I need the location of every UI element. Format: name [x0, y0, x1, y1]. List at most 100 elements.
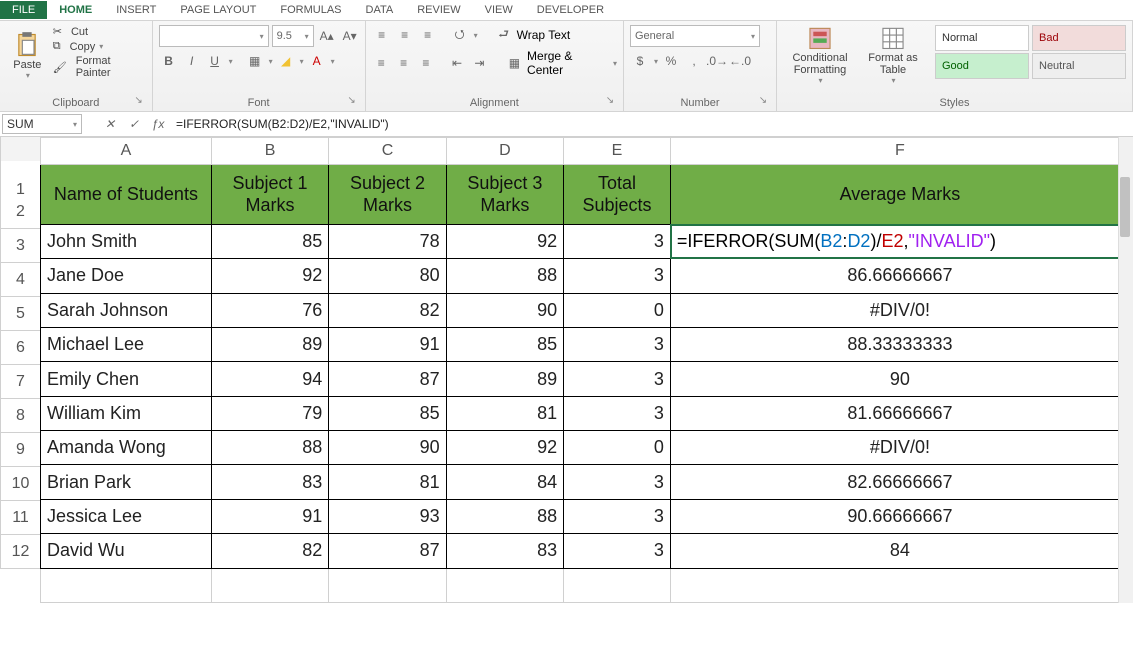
currency-button[interactable]: $ [630, 51, 650, 71]
tab-file[interactable]: FILE [0, 1, 47, 19]
cell[interactable]: 92 [211, 259, 328, 293]
tab-page-layout[interactable]: PAGE LAYOUT [168, 1, 268, 19]
cell[interactable]: 89 [211, 328, 328, 362]
tab-insert[interactable]: INSERT [104, 1, 168, 19]
grid[interactable]: A B C D E F Name of Students Subject 1 M… [40, 137, 1130, 603]
cell[interactable]: 85 [329, 396, 446, 430]
name-box[interactable]: SUM▾ [2, 114, 82, 134]
font-size-combo[interactable]: 9.5▾ [272, 25, 314, 47]
cell[interactable]: 91 [329, 328, 446, 362]
table-row[interactable]: Amanda Wong8890920#DIV/0! [41, 431, 1130, 465]
row-header[interactable]: 5 [0, 297, 40, 331]
format-painter-button[interactable]: 🖌 Format Painter [53, 55, 146, 79]
conditional-formatting-button[interactable]: Conditional Formatting▾ [783, 25, 857, 85]
col-header[interactable]: C [329, 138, 446, 165]
align-center-icon[interactable]: ≡ [394, 53, 413, 73]
cell[interactable]: 88 [446, 259, 563, 293]
cell-style-bad[interactable]: Bad [1032, 25, 1126, 51]
cell-style-neutral[interactable]: Neutral [1032, 53, 1126, 79]
cell[interactable]: 0 [564, 293, 671, 327]
cell[interactable]: 81.66666667 [670, 396, 1129, 430]
cell[interactable]: 88.33333333 [670, 328, 1129, 362]
tab-home[interactable]: HOME [47, 1, 104, 19]
table-row[interactable]: Brian Park838184382.66666667 [41, 465, 1130, 499]
cell[interactable]: 91 [211, 499, 328, 533]
decrease-decimal-icon[interactable]: ←.0 [730, 51, 750, 71]
cell[interactable]: 3 [564, 499, 671, 533]
font-color-button[interactable]: A [307, 51, 327, 71]
cell[interactable]: William Kim [41, 396, 212, 430]
tab-formulas[interactable]: FORMULAS [268, 1, 353, 19]
enter-formula-icon[interactable]: ✓ [122, 117, 146, 131]
cell[interactable] [41, 568, 212, 602]
row-header[interactable]: 12 [0, 535, 40, 569]
cell[interactable]: 82 [211, 534, 328, 568]
cell[interactable]: Sarah Johnson [41, 293, 212, 327]
cell[interactable]: 83 [446, 534, 563, 568]
cell[interactable]: 90 [446, 293, 563, 327]
cell[interactable] [329, 568, 446, 602]
cell[interactable]: Subject 1 Marks [211, 165, 328, 225]
vertical-scrollbar[interactable] [1118, 137, 1133, 603]
cell[interactable]: 86.66666667 [670, 259, 1129, 293]
cell[interactable] [670, 568, 1129, 602]
cell[interactable]: 84 [446, 465, 563, 499]
increase-indent-icon[interactable]: ⇥ [470, 53, 489, 73]
cell[interactable]: 94 [211, 362, 328, 396]
row-header[interactable]: 9 [0, 433, 40, 467]
comma-button[interactable]: , [684, 51, 704, 71]
cell[interactable]: 89 [446, 362, 563, 396]
percent-button[interactable]: % [661, 51, 681, 71]
cell[interactable]: 90.66666667 [670, 499, 1129, 533]
cell[interactable]: 0 [564, 431, 671, 465]
table-row[interactable]: Emily Chen948789390 [41, 362, 1130, 396]
cell[interactable]: 92 [446, 431, 563, 465]
table-row[interactable]: John Smith 85 78 92 3 =IFERROR(SUM(B2:D2… [41, 224, 1130, 258]
table-row[interactable]: William Kim798581381.66666667 [41, 396, 1130, 430]
cell[interactable]: 88 [211, 431, 328, 465]
row-header[interactable]: 10 [0, 467, 40, 501]
cell[interactable]: Subject 2 Marks [329, 165, 446, 225]
tab-review[interactable]: REVIEW [405, 1, 472, 19]
cell[interactable]: David Wu [41, 534, 212, 568]
cell[interactable]: 87 [329, 534, 446, 568]
align-left-icon[interactable]: ≡ [372, 53, 391, 73]
scrollbar-thumb[interactable] [1120, 177, 1130, 237]
cell[interactable]: 81 [329, 465, 446, 499]
cell[interactable]: 3 [564, 224, 671, 258]
cell[interactable]: 92 [446, 224, 563, 258]
wrap-text-button[interactable]: Wrap Text [517, 28, 571, 42]
select-all-corner[interactable] [0, 137, 40, 162]
cell[interactable]: 76 [211, 293, 328, 327]
table-row[interactable] [41, 568, 1130, 602]
row-header[interactable]: 6 [0, 331, 40, 365]
cell[interactable]: 82.66666667 [670, 465, 1129, 499]
table-row[interactable]: Sarah Johnson7682900#DIV/0! [41, 293, 1130, 327]
cell[interactable]: 84 [670, 534, 1129, 568]
cell[interactable]: 85 [446, 328, 563, 362]
worksheet[interactable]: 1 2 3 4 5 6 7 8 9 10 11 12 A B C D E F N… [0, 137, 1133, 603]
cell[interactable]: 3 [564, 362, 671, 396]
col-header[interactable]: A [41, 138, 212, 165]
cell[interactable]: Emily Chen [41, 362, 212, 396]
row-header[interactable]: 2 [0, 195, 40, 229]
cell[interactable]: Jane Doe [41, 259, 212, 293]
active-cell[interactable]: =IFERROR(SUM(B2:D2)/E2,"INVALID") [670, 224, 1129, 258]
cell[interactable]: #DIV/0! [670, 431, 1129, 465]
orientation-icon[interactable]: ⭯ [450, 25, 470, 45]
cell[interactable]: 3 [564, 465, 671, 499]
cell[interactable]: 85 [211, 224, 328, 258]
col-header[interactable]: E [564, 138, 671, 165]
font-name-combo[interactable]: ▾ [159, 25, 269, 47]
cell[interactable] [211, 568, 328, 602]
row-header[interactable]: 7 [0, 365, 40, 399]
fill-color-button[interactable]: ◢ [276, 51, 296, 71]
cell[interactable]: 82 [329, 293, 446, 327]
merge-center-button[interactable]: Merge & Center [527, 49, 609, 77]
col-header[interactable]: B [211, 138, 328, 165]
cell[interactable]: #DIV/0! [670, 293, 1129, 327]
cell[interactable]: 3 [564, 534, 671, 568]
cell[interactable]: 81 [446, 396, 563, 430]
table-row[interactable]: Jane Doe928088386.66666667 [41, 259, 1130, 293]
cell[interactable]: Brian Park [41, 465, 212, 499]
